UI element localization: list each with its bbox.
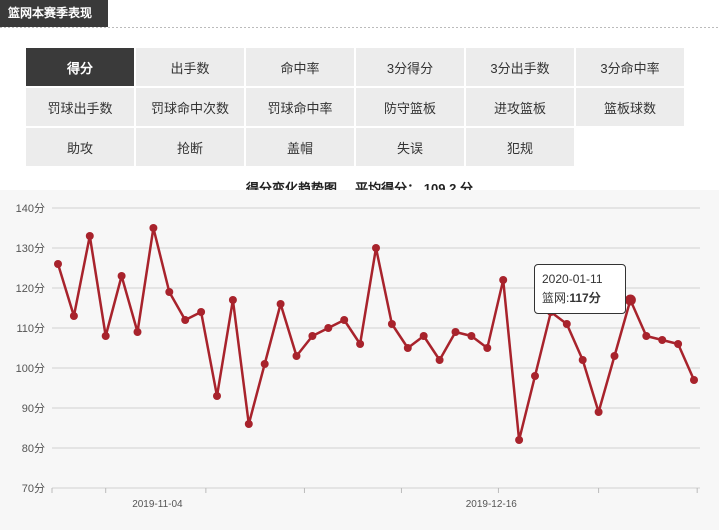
- y-tick-label: 100分: [16, 362, 45, 375]
- data-point: [117, 272, 126, 280]
- stat-tab[interactable]: 抢断: [136, 128, 244, 166]
- stat-tab[interactable]: 助攻: [26, 128, 134, 166]
- y-tick-label: 120分: [16, 282, 45, 295]
- data-point: [419, 332, 428, 340]
- stat-tab[interactable]: 3分出手数: [466, 48, 574, 86]
- stat-tab[interactable]: 防守篮板: [356, 88, 464, 126]
- data-point: [244, 420, 253, 428]
- stat-tab[interactable]: 命中率: [246, 48, 354, 86]
- stat-tab[interactable]: 得分: [26, 48, 134, 86]
- data-point: [403, 344, 412, 352]
- data-point: [54, 260, 62, 268]
- stat-tab[interactable]: 篮板球数: [576, 88, 684, 126]
- section-header: 篮网本赛季表现: [0, 0, 719, 28]
- stat-tab[interactable]: 罚球命中率: [246, 88, 354, 126]
- data-point: [690, 376, 698, 384]
- chart-area: 70分 80分 90分 100分 110分 120分 130分 140分 2019-11-04 2…: [0, 190, 719, 530]
- stat-tab[interactable]: 3分命中率: [576, 48, 684, 86]
- data-point: [372, 244, 380, 252]
- data-point: [101, 332, 110, 340]
- y-tick-label: 90分: [22, 402, 45, 415]
- tooltip-value: 117: [569, 291, 589, 305]
- header-divider: [0, 27, 719, 28]
- tooltip-date: 2020-01-11: [542, 272, 603, 286]
- y-tick-label: 110分: [16, 322, 45, 335]
- stat-tab[interactable]: 失误: [356, 128, 464, 166]
- y-tick-label: 130分: [16, 242, 45, 255]
- tooltip-value-line: 篮网:117分: [542, 289, 618, 308]
- data-point: [149, 224, 158, 232]
- chart-tooltip: 2020-01-11 篮网:117分: [534, 264, 626, 314]
- data-point: [133, 328, 142, 336]
- tooltip-unit: 分: [588, 291, 601, 305]
- stat-tab[interactable]: 罚球命中次数: [136, 88, 244, 126]
- data-point: [483, 344, 492, 352]
- data-point: [658, 336, 667, 344]
- y-tick-label: 70分: [22, 482, 45, 495]
- data-point: [308, 332, 317, 340]
- data-point: [69, 312, 78, 320]
- data-point: [292, 352, 301, 360]
- data-point: [499, 276, 508, 284]
- y-tick-label: 80分: [22, 442, 45, 455]
- data-point: [435, 356, 444, 364]
- data-point: [324, 324, 333, 332]
- stat-tab[interactable]: 盖帽: [246, 128, 354, 166]
- stat-tab[interactable]: 3分得分: [356, 48, 464, 86]
- data-point: [515, 436, 524, 444]
- data-point: [181, 316, 190, 324]
- data-point: [276, 300, 285, 308]
- data-point: [451, 328, 460, 336]
- section-title: 篮网本赛季表现: [0, 0, 108, 27]
- stat-tab[interactable]: 罚球出手数: [26, 88, 134, 126]
- data-point: [228, 296, 237, 304]
- data-point: [197, 308, 206, 316]
- stat-tab[interactable]: 出手数: [136, 48, 244, 86]
- data-point: [165, 288, 174, 296]
- x-tick-label: 2019-11-04: [132, 499, 183, 510]
- stat-tab[interactable]: 进攻篮板: [466, 88, 574, 126]
- data-point: [340, 316, 349, 324]
- data-point: [467, 332, 476, 340]
- highlighted-data-point: [624, 294, 636, 306]
- data-point: [578, 356, 587, 364]
- data-point: [674, 340, 683, 348]
- data-point: [356, 340, 365, 348]
- data-point: [531, 372, 539, 380]
- data-point: [562, 320, 571, 328]
- x-tick-label: 2019-12-16: [466, 499, 518, 510]
- y-tick-label: 140分: [16, 202, 45, 215]
- data-point: [260, 360, 269, 368]
- tooltip-team: 篮网:: [542, 291, 570, 305]
- data-point: [610, 352, 619, 360]
- data-point: [213, 392, 221, 400]
- stat-tab-grid: 得分 出手数 命中率 3分得分 3分出手数 3分命中率罚球出手数 罚球命中次数 罚球命中率 防守…: [26, 48, 686, 166]
- data-point: [387, 320, 396, 328]
- data-point: [594, 408, 603, 416]
- data-point: [85, 232, 94, 240]
- score-trend-chart: 70分 80分 90分 100分 110分 120分 130分 140分 2019-11-04 2…: [16, 202, 700, 510]
- data-point: [642, 332, 651, 340]
- stat-tab[interactable]: 犯规: [466, 128, 574, 166]
